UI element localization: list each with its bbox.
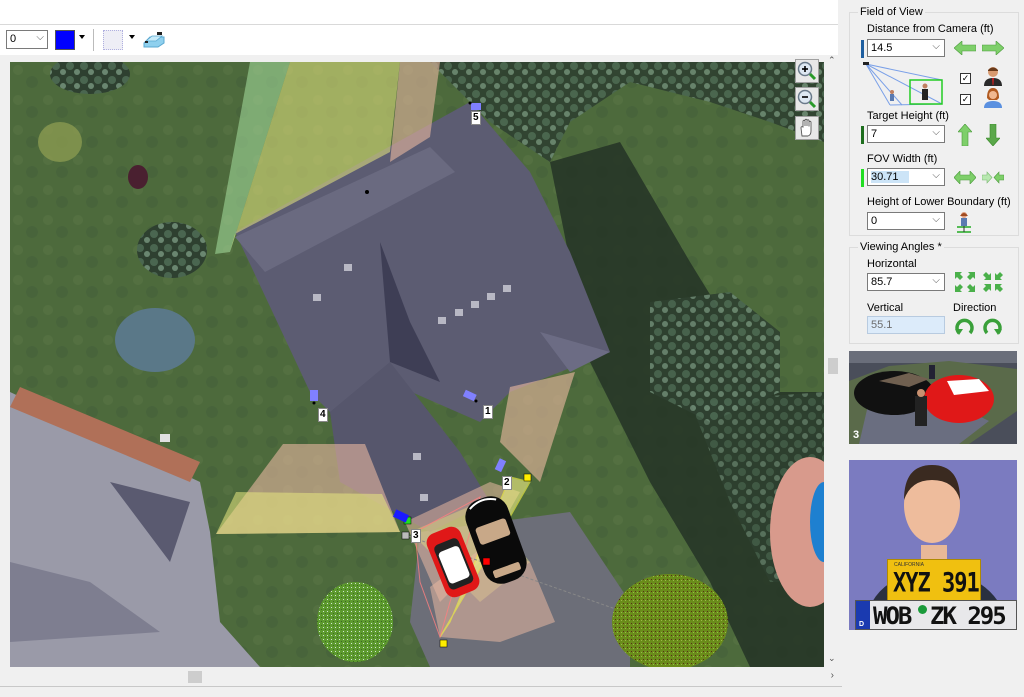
zoom-out-icon — [797, 89, 817, 109]
plate-state: CALIFORNIA — [894, 562, 925, 568]
lower-boundary-value: 0 — [871, 215, 878, 227]
direction-label: Direction — [953, 302, 997, 314]
male-person-icon — [984, 67, 1002, 86]
vertical-angle-value: 55.1 — [871, 319, 893, 331]
arrow-left-icon[interactable] — [954, 41, 976, 55]
top-strip — [0, 0, 838, 25]
female-target-checkbox[interactable]: ✓ — [960, 94, 971, 105]
map-canvas[interactable]: 1 2 3 4 5 — [10, 62, 824, 667]
fov-width-marker — [861, 169, 864, 187]
zoom-in-button[interactable] — [795, 59, 819, 83]
vertical-scrollbar[interactable]: ⌃ ⌄ — [827, 55, 839, 667]
chevron-down-icon: ⌵ — [932, 275, 940, 286]
toolbar-divider — [93, 29, 94, 51]
distance-label: Distance from Camera (ft) — [867, 23, 994, 35]
line-width-value: 0 — [10, 33, 17, 45]
female-person-icon — [984, 88, 1002, 108]
chevron-down-icon: ⌵ — [36, 32, 44, 43]
plate-seal-icon — [918, 605, 927, 614]
toolbar: 0 ⌵ — [0, 25, 838, 55]
lower-boundary-combo[interactable]: 0 ⌵ — [867, 212, 945, 230]
distance-value: 14.5 — [871, 42, 893, 54]
male-target-checkbox[interactable]: ✓ — [960, 73, 971, 84]
eu-band: D — [856, 601, 870, 629]
field-of-view-title: Field of View — [858, 6, 925, 18]
camera-label-5[interactable]: 5 — [471, 111, 481, 125]
color-dropdown-arrow-icon[interactable] — [79, 35, 85, 39]
camera-label-3[interactable]: 3 — [411, 529, 421, 543]
horizontal-angle-value: 85.7 — [871, 276, 893, 288]
arrow-up-icon[interactable] — [958, 124, 972, 146]
camera-label-1[interactable]: 1 — [483, 405, 493, 419]
fov-width-combo[interactable]: 30.71 ⌵ — [867, 168, 945, 186]
chevron-down-icon: ⌵ — [932, 170, 940, 181]
scroll-down-icon[interactable]: ⌄ — [828, 653, 836, 664]
distance-marker — [861, 40, 864, 58]
arrow-right-icon[interactable] — [982, 41, 1004, 55]
target-height-label: Target Height (ft) — [867, 110, 949, 122]
line-width-combo[interactable]: 0 ⌵ — [6, 30, 48, 49]
target-snapshot-image[interactable]: CALIFORNIA XYZ 391 D WOB ZK 295 — [849, 460, 1017, 630]
widen-icon[interactable] — [954, 171, 976, 184]
california-plate: CALIFORNIA XYZ 391 — [887, 559, 981, 602]
plate-text-zk: ZK 295 — [930, 602, 1007, 630]
hand-icon — [800, 118, 812, 137]
fov-diagram-icon — [863, 62, 943, 106]
grid-dropdown-arrow-icon[interactable] — [129, 35, 135, 39]
chevron-down-icon: ⌵ — [932, 41, 940, 52]
camera-label-4[interactable]: 4 — [318, 408, 328, 422]
scroll-up-icon[interactable]: ⌃ — [828, 55, 836, 66]
horizontal-label: Horizontal — [867, 258, 917, 270]
3d-scene-image — [849, 351, 1017, 444]
horizontal-scrollbar[interactable]: › — [0, 668, 838, 685]
lower-boundary-person-icon[interactable] — [957, 211, 971, 233]
target-height-combo[interactable]: 7 ⌵ — [867, 125, 945, 143]
contract-angle-icon[interactable] — [983, 272, 1003, 292]
layer-icon[interactable] — [142, 31, 166, 49]
scroll-right-icon[interactable]: › — [831, 670, 834, 681]
plate-text-xyz: XYZ 391 — [893, 568, 980, 599]
horizontal-angle-combo[interactable]: 85.7 ⌵ — [867, 273, 945, 291]
grid-pattern-icon[interactable] — [103, 30, 123, 50]
german-plate: D WOB ZK 295 — [855, 600, 1017, 630]
rotate-left-icon[interactable] — [955, 316, 974, 335]
target-height-value: 7 — [871, 128, 878, 140]
distance-combo[interactable]: 14.5 ⌵ — [867, 39, 945, 57]
fov-handle-grey — [401, 531, 410, 540]
fov-width-label: FOV Width (ft) — [867, 153, 938, 165]
camera-label-2[interactable]: 2 — [502, 476, 512, 490]
viewing-angles-title: Viewing Angles * — [858, 241, 944, 253]
fov-handle-yellow-1 — [523, 473, 532, 482]
chevron-down-icon: ⌵ — [932, 127, 940, 138]
fov-handle-red — [482, 557, 491, 566]
vertical-angle-field: 55.1 — [867, 316, 945, 334]
pan-button[interactable] — [795, 116, 819, 140]
rotate-right-icon[interactable] — [983, 316, 1002, 335]
chevron-down-icon: ⌵ — [932, 214, 940, 225]
preview-camera-number: 3 — [853, 429, 860, 441]
expand-angle-icon[interactable] — [955, 272, 975, 292]
zoom-out-button[interactable] — [795, 87, 819, 111]
narrow-icon[interactable] — [982, 171, 1004, 184]
fov-width-value[interactable]: 30.71 — [871, 171, 909, 183]
target-height-marker — [861, 126, 864, 144]
horizontal-scroll-thumb[interactable] — [188, 671, 202, 683]
color-swatch[interactable] — [55, 30, 75, 50]
zoom-in-icon — [797, 61, 817, 81]
arrow-down-icon[interactable] — [986, 124, 1000, 146]
aerial-map-image — [10, 62, 824, 667]
vertical-scroll-thumb[interactable] — [828, 358, 838, 374]
plate-text-wob: WOB — [873, 602, 912, 630]
fov-handle-yellow-2 — [439, 639, 448, 648]
lower-boundary-label: Height of Lower Boundary (ft) — [867, 196, 1011, 208]
vertical-label: Vertical — [867, 302, 904, 314]
camera-3d-preview[interactable]: 3 — [849, 351, 1017, 444]
plate-country: D — [859, 621, 865, 628]
